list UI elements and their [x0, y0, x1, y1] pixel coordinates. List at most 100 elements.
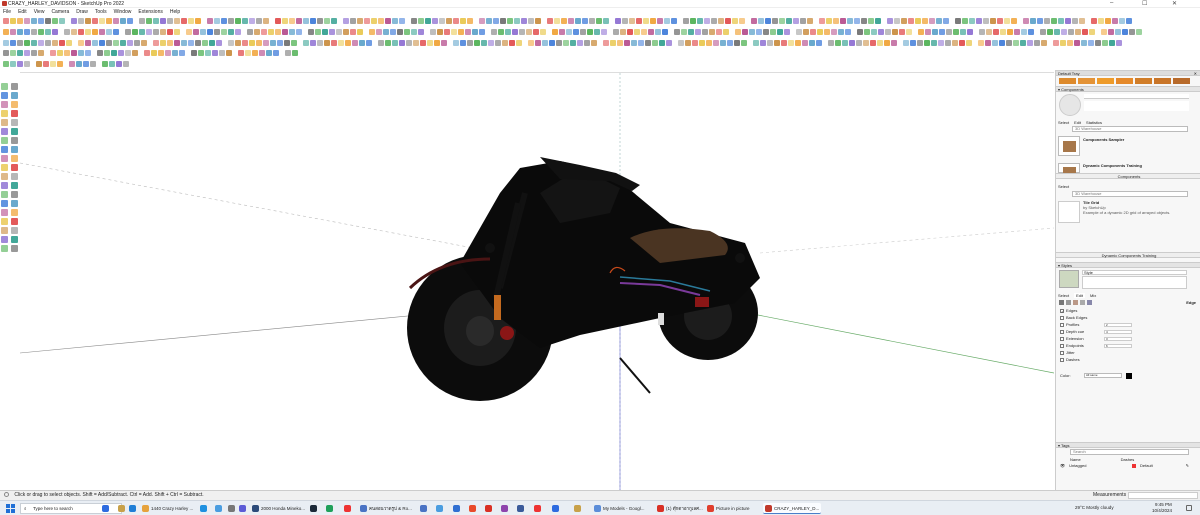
tool-icon[interactable] [807, 18, 813, 24]
tool-icon[interactable] [774, 40, 780, 46]
tool-icon[interactable] [99, 40, 105, 46]
tool-icon[interactable] [324, 40, 330, 46]
tool-icon[interactable] [918, 29, 924, 35]
taskbar-app-icon[interactable] [324, 503, 335, 514]
style-swatch[interactable] [1116, 78, 1133, 84]
style-name-field[interactable]: Style [1082, 270, 1187, 275]
tool-icon[interactable] [460, 18, 466, 24]
tool-icon[interactable] [629, 18, 635, 24]
tool-icon[interactable] [861, 18, 867, 24]
drawing-viewport[interactable] [20, 72, 1054, 490]
tool-icon[interactable] [885, 29, 891, 35]
tool-icon[interactable] [549, 40, 555, 46]
tool-icon[interactable] [366, 40, 372, 46]
tool-icon[interactable] [24, 40, 30, 46]
tool-icon[interactable] [83, 61, 89, 67]
tool-icon[interactable] [749, 29, 755, 35]
tool-icon[interactable] [191, 50, 197, 56]
tool-icon[interactable] [207, 18, 213, 24]
taskbar-app-icon[interactable] [308, 503, 319, 514]
edge-value-field[interactable]: 2 [1104, 322, 1132, 327]
tool-icon[interactable] [993, 29, 999, 35]
tool-icon[interactable] [292, 50, 298, 56]
tool-icon[interactable] [622, 18, 628, 24]
tool-icon[interactable] [50, 61, 56, 67]
tool-icon[interactable] [711, 18, 717, 24]
tool-icon[interactable] [434, 40, 440, 46]
tool-icon[interactable] [1, 83, 8, 90]
tool-icon[interactable] [193, 29, 199, 35]
tool-icon[interactable] [641, 29, 647, 35]
components-search-input[interactable]: 3D Warehouse [1072, 126, 1188, 132]
tool-icon[interactable] [1014, 29, 1020, 35]
tool-icon[interactable] [620, 29, 626, 35]
tool-icon[interactable] [430, 29, 436, 35]
tool-icon[interactable] [570, 40, 576, 46]
tool-icon[interactable] [153, 29, 159, 35]
tool-icon[interactable] [406, 40, 412, 46]
tool-icon[interactable] [10, 61, 16, 67]
tool-icon[interactable] [11, 92, 18, 99]
tool-icon[interactable] [350, 29, 356, 35]
tool-icon[interactable] [10, 50, 16, 56]
taskbar-app-icon[interactable] [127, 503, 138, 514]
tool-icon[interactable] [826, 18, 832, 24]
minimize-button[interactable]: – [1110, 0, 1113, 6]
tool-icon[interactable] [868, 18, 874, 24]
tool-icon[interactable] [1109, 40, 1115, 46]
tool-icon[interactable] [1, 218, 8, 225]
tool-icon[interactable] [235, 18, 241, 24]
tool-icon[interactable] [268, 29, 274, 35]
tool-icon[interactable] [695, 29, 701, 35]
tool-icon[interactable] [594, 29, 600, 35]
tool-icon[interactable] [915, 18, 921, 24]
tool-icon[interactable] [11, 227, 18, 234]
tool-icon[interactable] [793, 18, 799, 24]
tool-icon[interactable] [31, 50, 37, 56]
tool-icon[interactable] [221, 29, 227, 35]
tool-icon[interactable] [796, 29, 802, 35]
tag-color-icon[interactable] [1132, 463, 1136, 468]
tool-icon[interactable] [756, 29, 762, 35]
tool-icon[interactable] [835, 40, 841, 46]
tool-icon[interactable] [1082, 29, 1088, 35]
tool-icon[interactable] [427, 40, 433, 46]
edge-value-field[interactable]: 4 [1104, 329, 1132, 334]
menu-draw[interactable]: Draw [76, 9, 88, 15]
tool-icon[interactable] [376, 29, 382, 35]
tool-icon[interactable] [1, 164, 8, 171]
tool-icon[interactable] [214, 29, 220, 35]
tool-icon[interactable] [1, 236, 8, 243]
tool-icon[interactable] [849, 40, 855, 46]
tool-icon[interactable] [683, 18, 689, 24]
tab-select[interactable]: Select [1058, 120, 1069, 125]
tool-icon[interactable] [45, 29, 51, 35]
tool-icon[interactable] [692, 40, 698, 46]
tool-icon[interactable] [959, 40, 965, 46]
tool-icon[interactable] [207, 29, 213, 35]
taskbar-app-icon[interactable] [515, 503, 526, 514]
tool-icon[interactable] [228, 29, 234, 35]
tool-icon[interactable] [38, 18, 44, 24]
tool-icon[interactable] [303, 40, 309, 46]
tool-icon[interactable] [235, 29, 241, 35]
tool-icon[interactable] [11, 218, 18, 225]
tool-icon[interactable] [856, 40, 862, 46]
tool-icon[interactable] [479, 18, 485, 24]
tool-icon[interactable] [78, 29, 84, 35]
tool-icon[interactable] [1108, 29, 1114, 35]
tool-icon[interactable] [875, 18, 881, 24]
tool-icon[interactable] [943, 18, 949, 24]
list-item[interactable]: Dynamic Components Training [1083, 163, 1142, 168]
tool-icon[interactable] [505, 29, 511, 35]
tool-icon[interactable] [153, 18, 159, 24]
tool-icon[interactable] [338, 40, 344, 46]
tool-icon[interactable] [285, 50, 291, 56]
tool-icon[interactable] [64, 29, 70, 35]
tool-icon[interactable] [425, 18, 431, 24]
tool-icon[interactable] [556, 40, 562, 46]
tool-icon[interactable] [10, 29, 16, 35]
tool-icon[interactable] [3, 29, 9, 35]
taskbar-app-icon[interactable] [100, 503, 111, 514]
tool-icon[interactable] [986, 29, 992, 35]
